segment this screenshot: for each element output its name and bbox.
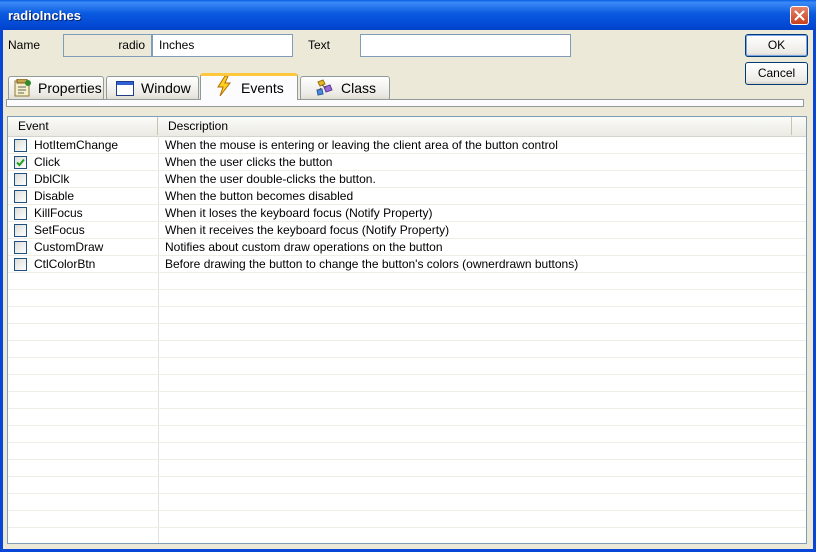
text-input[interactable] [360, 34, 571, 57]
checkmark-icon [16, 158, 25, 167]
table-row [8, 273, 806, 290]
name-prefix-field: radio [63, 34, 152, 57]
event-description: When the user double-clicks the button. [165, 172, 376, 186]
table-row [8, 426, 806, 443]
table-row [8, 443, 806, 460]
event-checkbox[interactable] [14, 190, 27, 203]
tab-events[interactable]: Events [200, 73, 298, 100]
tab-class[interactable]: Class [300, 76, 390, 99]
event-description: When it receives the keyboard focus (Not… [165, 223, 450, 237]
close-button[interactable] [790, 6, 809, 25]
event-checkbox[interactable] [14, 173, 27, 186]
event-name: Click [34, 155, 60, 169]
event-checkbox[interactable] [14, 224, 27, 237]
table-row [8, 392, 806, 409]
event-name: HotItemChange [34, 138, 119, 152]
table-row[interactable]: Click When the user clicks the button [8, 154, 806, 171]
tab-class-label: Class [341, 80, 377, 96]
table-header: Event Description [8, 117, 806, 137]
table-row [8, 409, 806, 426]
event-description: When the user clicks the button [165, 155, 333, 169]
event-description: Notifies about custom draw operations on… [165, 240, 443, 254]
close-icon [794, 10, 805, 21]
name-input[interactable]: Inches [152, 34, 293, 57]
event-description: When the button becomes disabled [165, 189, 354, 203]
table-row [8, 307, 806, 324]
tab-window[interactable]: Window [106, 76, 199, 99]
events-table: Event Description HotItemChange When the … [7, 116, 807, 544]
table-row [8, 528, 806, 543]
table-row [8, 358, 806, 375]
event-checkbox[interactable] [14, 207, 27, 220]
table-row[interactable]: CustomDraw Notifies about custom draw ope… [8, 239, 806, 256]
table-row[interactable]: CtlColorBtn Before drawing the button to … [8, 256, 806, 273]
window-title: radioInches [8, 8, 81, 23]
event-description: When the mouse is entering or leaving th… [165, 138, 558, 152]
tab-properties-label: Properties [38, 80, 102, 96]
text-label: Text [308, 38, 331, 52]
table-row [8, 511, 806, 528]
table-row [8, 290, 806, 307]
table-row[interactable]: HotItemChange When the mouse is entering … [8, 137, 806, 154]
lightning-icon [216, 75, 232, 102]
table-row [8, 494, 806, 511]
table-row[interactable]: DblClk When the user double-clicks the bu… [8, 171, 806, 188]
event-checkbox[interactable] [14, 241, 27, 254]
event-checkbox[interactable] [14, 139, 27, 152]
table-row[interactable]: KillFocus When it loses the keyboard focu… [8, 205, 806, 222]
title-bar[interactable]: radioInches [0, 0, 816, 30]
column-header-event[interactable]: Event [8, 117, 158, 135]
event-name: Disable [34, 189, 75, 203]
event-name: DblClk [34, 172, 70, 186]
table-row [8, 375, 806, 392]
event-name: KillFocus [34, 206, 83, 220]
name-label: Name [8, 38, 41, 52]
tab-events-label: Events [241, 80, 284, 96]
cancel-button[interactable]: Cancel [745, 62, 808, 85]
event-name: CtlColorBtn [34, 257, 96, 271]
tab-panel-strip [6, 99, 804, 107]
ok-button[interactable]: OK [745, 34, 808, 57]
tab-window-label: Window [141, 80, 191, 96]
event-description: Before drawing the button to change the … [165, 257, 579, 271]
event-checkbox[interactable] [14, 156, 27, 169]
table-row[interactable]: SetFocus When it receives the keyboard fo… [8, 222, 806, 239]
table-row [8, 477, 806, 494]
table-row [8, 460, 806, 477]
event-description: When it loses the keyboard focus (Notify… [165, 206, 433, 220]
column-header-description[interactable]: Description [158, 117, 792, 135]
event-checkbox[interactable] [14, 258, 27, 271]
event-name: CustomDraw [34, 240, 104, 254]
table-row [8, 341, 806, 358]
tab-properties[interactable]: Properties [8, 76, 104, 99]
event-name: SetFocus [34, 223, 85, 237]
table-row [8, 324, 806, 341]
table-row[interactable]: Disable When the button becomes disabled [8, 188, 806, 205]
